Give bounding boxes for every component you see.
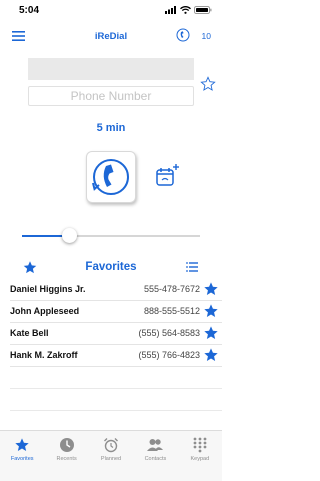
tab-contacts[interactable]: Contacts xyxy=(133,431,177,481)
contacts-icon xyxy=(147,439,164,451)
favorite-row[interactable]: John Appleseed 888-555-5512 xyxy=(10,301,222,323)
tab-recents[interactable]: Recents xyxy=(44,431,88,481)
tab-label: Keypad xyxy=(190,456,210,462)
slider-thumb[interactable] xyxy=(62,228,77,243)
favorite-number: 888-555-5512 xyxy=(143,306,200,316)
redial-handset-icon xyxy=(92,159,129,195)
favorite-name: John Appleseed xyxy=(10,306,80,316)
wifi-icon xyxy=(180,6,191,14)
tab-bar: Favorites Recents Planned Contacts Keypa… xyxy=(0,430,222,481)
tab-favorites[interactable]: Favorites xyxy=(0,431,44,481)
favorite-number: (555) 766-4823 xyxy=(138,350,200,360)
tab-label: Planned xyxy=(100,456,122,462)
favorite-name: Kate Bell xyxy=(10,328,49,338)
battery-icon xyxy=(194,6,212,14)
cellular-signal-icon xyxy=(165,6,176,14)
favorite-star-icon[interactable] xyxy=(203,347,219,363)
calendar-add-icon xyxy=(156,164,179,186)
list-edit-icon[interactable] xyxy=(186,262,198,272)
redial-button[interactable] xyxy=(86,151,136,203)
status-time: 5:04 xyxy=(19,5,40,16)
favorite-row[interactable]: Daniel Higgins Jr. 555-478-7672 xyxy=(10,279,222,301)
tab-keypad[interactable]: Keypad xyxy=(178,431,222,481)
favorite-name: Hank M. Zakroff xyxy=(10,350,78,360)
schedule-redial-button[interactable] xyxy=(154,163,180,194)
tab-label: Contacts xyxy=(144,456,167,462)
favorite-number: 555-478-7672 xyxy=(143,284,200,294)
add-favorite-star-icon[interactable] xyxy=(200,76,216,92)
keypad-icon xyxy=(193,437,207,453)
favorite-number: (555) 564-8583 xyxy=(138,328,200,338)
tab-planned[interactable]: Planned xyxy=(89,431,133,481)
status-icons xyxy=(165,6,212,14)
contact-name-bar[interactable] xyxy=(28,58,194,80)
alarm-clock-icon xyxy=(104,438,119,453)
slider-track[interactable] xyxy=(70,235,200,237)
favorite-row[interactable]: Hank M. Zakroff (555) 766-4823 xyxy=(10,345,222,367)
favorite-row[interactable]: Kate Bell (555) 564-8583 xyxy=(10,323,222,345)
favorite-name: Daniel Higgins Jr. xyxy=(10,284,86,294)
clock-icon xyxy=(59,438,74,452)
star-icon xyxy=(15,438,29,451)
tab-label: Favorites xyxy=(10,456,34,462)
favorite-star-icon[interactable] xyxy=(203,303,219,319)
favorite-star-icon[interactable] xyxy=(203,281,219,297)
redial-duration: 5 min xyxy=(96,122,126,134)
tab-label: Recents xyxy=(56,456,77,462)
redial-count: 10 xyxy=(201,31,211,41)
favorite-star-icon[interactable] xyxy=(203,325,219,341)
empty-row xyxy=(10,367,222,389)
redial-phone-icon[interactable] xyxy=(176,28,190,42)
phone-number-field[interactable]: Phone Number xyxy=(28,86,194,106)
empty-row xyxy=(10,389,222,411)
